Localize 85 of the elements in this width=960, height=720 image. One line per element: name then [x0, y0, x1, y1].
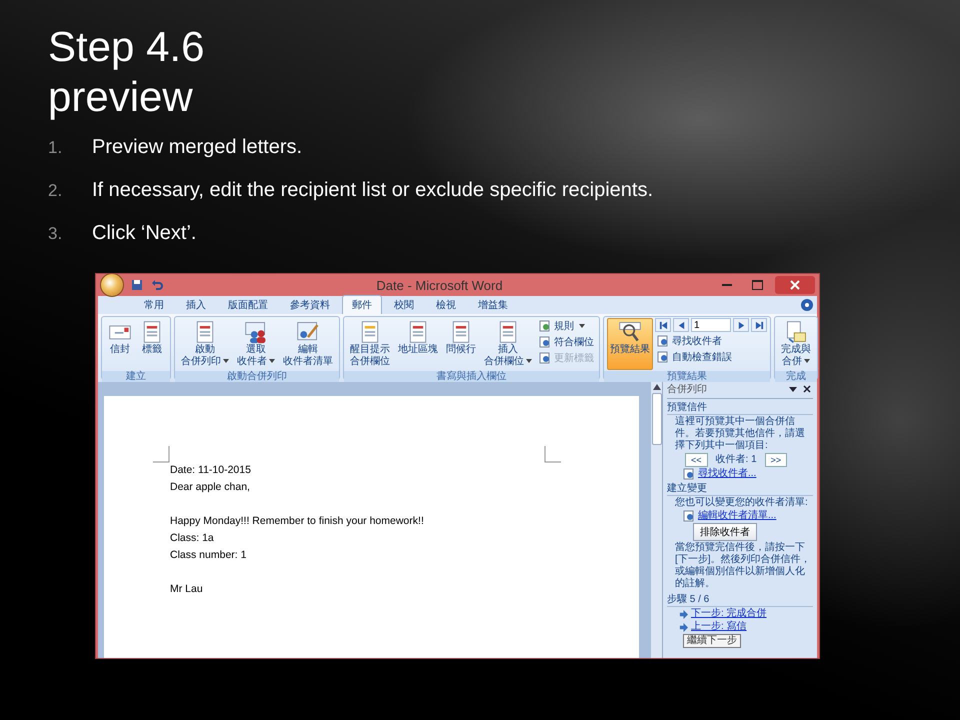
- recipient-label: 收件者: 1: [716, 454, 757, 466]
- ribbon-button[interactable]: 醒目提示 合併欄位: [347, 318, 393, 370]
- step-text: Click ‘Next’.: [92, 222, 196, 245]
- ribbon-tab[interactable]: 檢視: [426, 295, 466, 314]
- ribbon-button[interactable]: 問候行: [443, 318, 479, 370]
- close-button[interactable]: [803, 385, 813, 395]
- office-button[interactable]: [100, 274, 124, 297]
- step-link[interactable]: 上一步: 寫信: [691, 621, 747, 633]
- ribbon-button[interactable]: 標籤: [137, 318, 167, 370]
- pane-link[interactable]: 尋找收件者...: [698, 468, 756, 480]
- first-icon: [658, 320, 668, 330]
- close-icon: [803, 385, 811, 393]
- group-label: 書寫與插入欄位: [344, 371, 599, 383]
- window-title: Date - Microsoft Word: [375, 278, 504, 292]
- help-text: 您也可以變更您的收件者清單:: [674, 497, 809, 509]
- ribbon-small-button[interactable]: 符合欄位: [537, 334, 596, 349]
- ribbon-tab[interactable]: 參考資料: [280, 295, 340, 314]
- letter-line: Date: 11-10-2015: [170, 463, 251, 478]
- slide-title: preview: [48, 72, 193, 122]
- step-number: 1.: [48, 138, 64, 158]
- magnifier-icon: [618, 320, 642, 344]
- first-record-button[interactable]: [655, 318, 671, 332]
- next-icon: [736, 320, 746, 330]
- previous-record-button[interactable]: [673, 318, 689, 332]
- ribbon-small-button[interactable]: 自動檢查錯誤: [655, 349, 767, 364]
- ribbon-button[interactable]: 編輯 收件者清單: [280, 318, 336, 370]
- ribbon-small-button[interactable]: 規則: [537, 318, 596, 333]
- ribbon-button[interactable]: 信封: [105, 318, 135, 370]
- help-icon[interactable]: [801, 299, 813, 311]
- slide-title: Step 4.6: [48, 22, 204, 72]
- group-label: 完成: [775, 371, 817, 383]
- scroll-thumb[interactable]: [652, 393, 662, 445]
- step-link[interactable]: 下一步: 完成合併: [691, 608, 767, 620]
- step-text: Preview merged letters.: [92, 136, 302, 159]
- record-number-field[interactable]: 1: [691, 318, 731, 332]
- letter-line: Class: 1a: [170, 531, 214, 546]
- step-number: 3.: [48, 224, 64, 244]
- ribbon-button[interactable]: 選取 收件者: [234, 318, 278, 370]
- letter-line: Class number: 1: [170, 548, 246, 563]
- ribbon-tab[interactable]: 校閱: [384, 295, 424, 314]
- section-heading: 預覽信件: [667, 402, 813, 415]
- vertical-scrollbar[interactable]: [651, 382, 662, 658]
- letter-line: Mr Lau: [170, 582, 203, 597]
- maximize-icon: [752, 280, 762, 290]
- tooltip: 繼續下一步: [683, 634, 741, 648]
- previous-recipient-button[interactable]: <<: [685, 453, 708, 467]
- pane-title: 合併列印: [667, 384, 708, 396]
- undo-icon[interactable]: [150, 279, 164, 291]
- ribbon-button[interactable]: 完成與 合併: [778, 318, 814, 370]
- close-icon: [790, 280, 800, 290]
- ribbon-button[interactable]: 預覽結果: [607, 318, 653, 370]
- step-text: If necessary, edit the recipient list or exclude specific recipients.: [92, 179, 653, 202]
- pane-link[interactable]: 編輯收件者清單...: [698, 510, 776, 522]
- dropdown-icon: [789, 385, 797, 393]
- letter-line: Happy Monday!!! Remember to finish your homework!!: [170, 514, 424, 529]
- last-record-button[interactable]: [751, 318, 767, 332]
- people-icon: [244, 320, 268, 344]
- letter-line: Dear apple chan,: [170, 480, 250, 495]
- step-label: 步驟 5 / 6: [667, 594, 813, 607]
- help-text: 這裡可預覽其中一個合併信件。若要預覽其他信件，請選擇下列其中一個項目:: [674, 416, 806, 452]
- group-label: 啟動合併列印: [175, 371, 339, 383]
- ribbon-button[interactable]: 啟動 合併列印: [178, 318, 232, 370]
- merge-icon: [784, 320, 808, 344]
- ribbon-button[interactable]: 插入 合併欄位: [481, 318, 535, 370]
- ribbon-tab[interactable]: 增益集: [468, 295, 518, 314]
- next-record-button[interactable]: [733, 318, 749, 332]
- step-number: 2.: [48, 181, 64, 201]
- ribbon-small-button[interactable]: 尋找收件者: [655, 333, 767, 348]
- help-text: 當您預覽完信件後，請按一下 [下一步]。然後列印合併信件，或編輯個別信件以新增個人化的註解。: [674, 542, 812, 590]
- last-icon: [754, 320, 764, 330]
- margin-mark: [544, 446, 561, 463]
- ribbon-tab[interactable]: 常用: [134, 295, 174, 314]
- save-icon[interactable]: [130, 279, 144, 291]
- ribbon-tab[interactable]: 郵件: [342, 295, 382, 314]
- previous-icon: [676, 320, 686, 330]
- ribbon-button[interactable]: 地址區塊: [395, 318, 441, 370]
- minimize-icon: [722, 284, 732, 286]
- group-label: 建立: [102, 371, 170, 383]
- group-label: 預覽結果: [604, 371, 770, 383]
- margin-mark: [153, 446, 170, 463]
- ribbon-tab[interactable]: 版面配置: [218, 295, 278, 314]
- ribbon-tab[interactable]: 插入: [176, 295, 216, 314]
- next-recipient-button[interactable]: >>: [764, 453, 788, 467]
- section-heading: 建立變更: [667, 483, 813, 496]
- exclude-recipient-button[interactable]: 排除收件者: [693, 523, 757, 541]
